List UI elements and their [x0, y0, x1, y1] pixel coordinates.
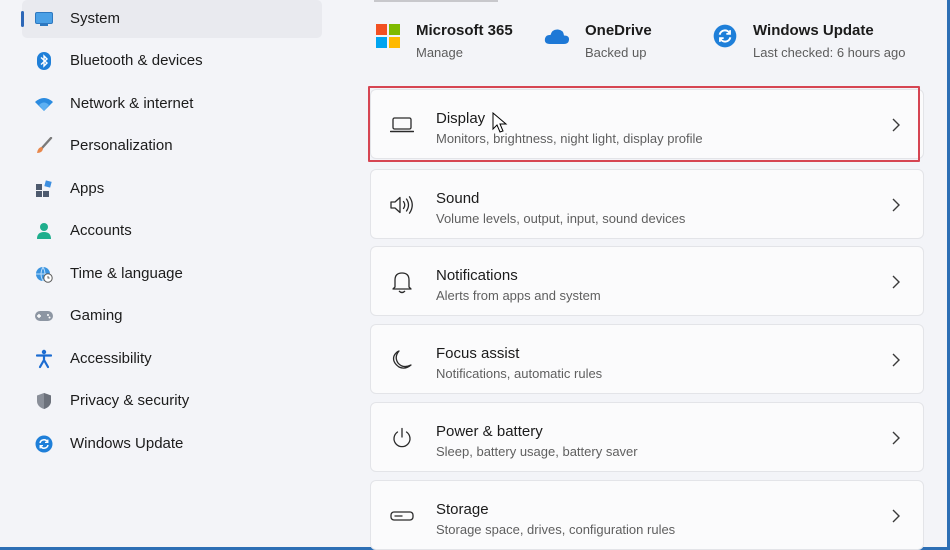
chevron-right-icon — [889, 429, 903, 447]
card-focus-assist[interactable]: Focus assist Notifications, automatic ru… — [370, 324, 924, 394]
card-power-battery[interactable]: Power & battery Sleep, battery usage, ba… — [370, 402, 924, 472]
quick-title: Windows Update — [753, 22, 874, 39]
wifi-icon — [34, 94, 54, 114]
update-icon — [711, 22, 739, 50]
quick-subtitle: Last checked: 6 hours ago — [753, 45, 906, 60]
sidebar-item-label: Personalization — [70, 137, 173, 154]
gamepad-icon — [34, 306, 54, 326]
quick-onedrive[interactable]: OneDrive Backed up — [543, 14, 693, 62]
card-subtitle: Alerts from apps and system — [436, 288, 601, 303]
sidebar: System Bluetooth & devices Network & int… — [0, 0, 330, 550]
card-subtitle: Sleep, battery usage, battery saver — [436, 444, 638, 459]
storage-icon — [389, 503, 415, 529]
sidebar-item-bluetooth[interactable]: Bluetooth & devices — [22, 42, 322, 80]
sidebar-item-time-language[interactable]: Time & language — [22, 255, 322, 293]
microsoft-logo-icon — [374, 22, 402, 50]
sidebar-item-system[interactable]: System — [21, 0, 322, 38]
cloud-icon — [543, 22, 571, 50]
sidebar-item-personalization[interactable]: Personalization — [22, 127, 322, 165]
card-sound[interactable]: Sound Volume levels, output, input, soun… — [370, 169, 924, 239]
card-subtitle: Monitors, brightness, night light, displ… — [436, 131, 703, 146]
sidebar-item-label: System — [70, 10, 121, 27]
laptop-icon — [389, 112, 415, 138]
update-icon — [34, 434, 54, 454]
power-icon — [389, 425, 415, 451]
bluetooth-icon — [34, 51, 54, 71]
chevron-right-icon — [889, 273, 903, 291]
shield-icon — [34, 391, 54, 411]
top-divider — [374, 0, 498, 2]
apps-icon — [34, 179, 54, 199]
quick-microsoft-365[interactable]: Microsoft 365 Manage — [374, 14, 534, 62]
chevron-right-icon — [889, 507, 903, 525]
card-title: Notifications — [436, 267, 518, 284]
globe-clock-icon — [34, 264, 54, 284]
sidebar-item-privacy-security[interactable]: Privacy & security — [22, 382, 322, 420]
quick-windows-update[interactable]: Windows Update Last checked: 6 hours ago — [711, 14, 921, 62]
card-title: Focus assist — [436, 345, 520, 362]
card-subtitle: Storage space, drives, configuration rul… — [436, 522, 676, 537]
sidebar-item-label: Windows Update — [70, 435, 184, 452]
sidebar-item-label: Bluetooth & devices — [70, 52, 203, 69]
quick-title: Microsoft 365 — [416, 22, 513, 39]
selected-indicator — [21, 11, 24, 27]
sidebar-item-label: Accounts — [70, 222, 132, 239]
speaker-icon — [389, 192, 415, 218]
sidebar-item-network[interactable]: Network & internet — [22, 85, 322, 123]
sidebar-item-label: Network & internet — [70, 95, 194, 112]
card-notifications[interactable]: Notifications Alerts from apps and syste… — [370, 246, 924, 316]
chevron-right-icon — [889, 196, 903, 214]
sidebar-item-apps[interactable]: Apps — [22, 170, 322, 208]
quick-title: OneDrive — [585, 22, 652, 39]
brush-icon — [34, 136, 54, 156]
accessibility-icon — [34, 349, 54, 369]
moon-icon — [389, 347, 415, 373]
person-icon — [34, 221, 54, 241]
sidebar-item-accessibility[interactable]: Accessibility — [22, 340, 322, 378]
card-display[interactable]: Display Monitors, brightness, night ligh… — [370, 89, 924, 159]
quick-subtitle: Manage — [416, 45, 463, 60]
bell-icon — [389, 269, 415, 295]
sidebar-item-label: Gaming — [70, 307, 123, 324]
card-title: Sound — [436, 190, 480, 207]
system-monitor-icon — [34, 9, 54, 29]
sidebar-item-windows-update[interactable]: Windows Update — [22, 425, 322, 463]
card-subtitle: Volume levels, output, input, sound devi… — [436, 211, 686, 226]
sidebar-item-accounts[interactable]: Accounts — [22, 212, 322, 250]
sidebar-item-label: Privacy & security — [70, 392, 190, 409]
sidebar-item-label: Time & language — [70, 265, 183, 282]
quick-subtitle: Backed up — [585, 45, 647, 60]
chevron-right-icon — [889, 116, 903, 134]
card-storage[interactable]: Storage Storage space, drives, configura… — [370, 480, 924, 550]
card-subtitle: Notifications, automatic rules — [436, 366, 603, 381]
chevron-right-icon — [889, 351, 903, 369]
sidebar-item-label: Apps — [70, 180, 105, 197]
card-title: Storage — [436, 501, 489, 518]
sidebar-item-label: Accessibility — [70, 350, 152, 367]
mouse-cursor-icon — [492, 112, 508, 133]
card-title: Display — [436, 110, 486, 127]
card-title: Power & battery — [436, 423, 543, 440]
sidebar-item-gaming[interactable]: Gaming — [22, 297, 322, 335]
